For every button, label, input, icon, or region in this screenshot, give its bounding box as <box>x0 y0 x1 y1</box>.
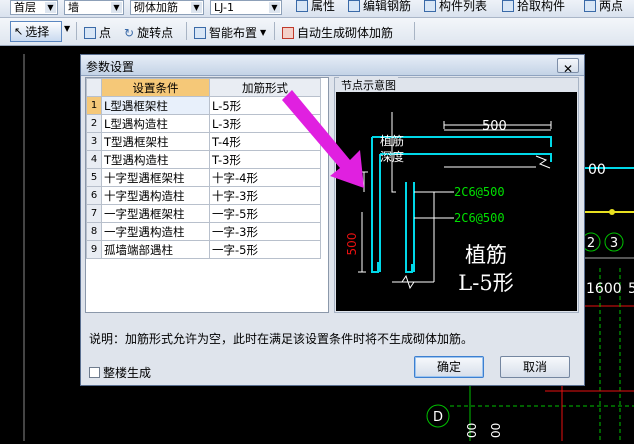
annotation-overlay <box>282 90 364 188</box>
annotation-arrow <box>282 90 364 188</box>
